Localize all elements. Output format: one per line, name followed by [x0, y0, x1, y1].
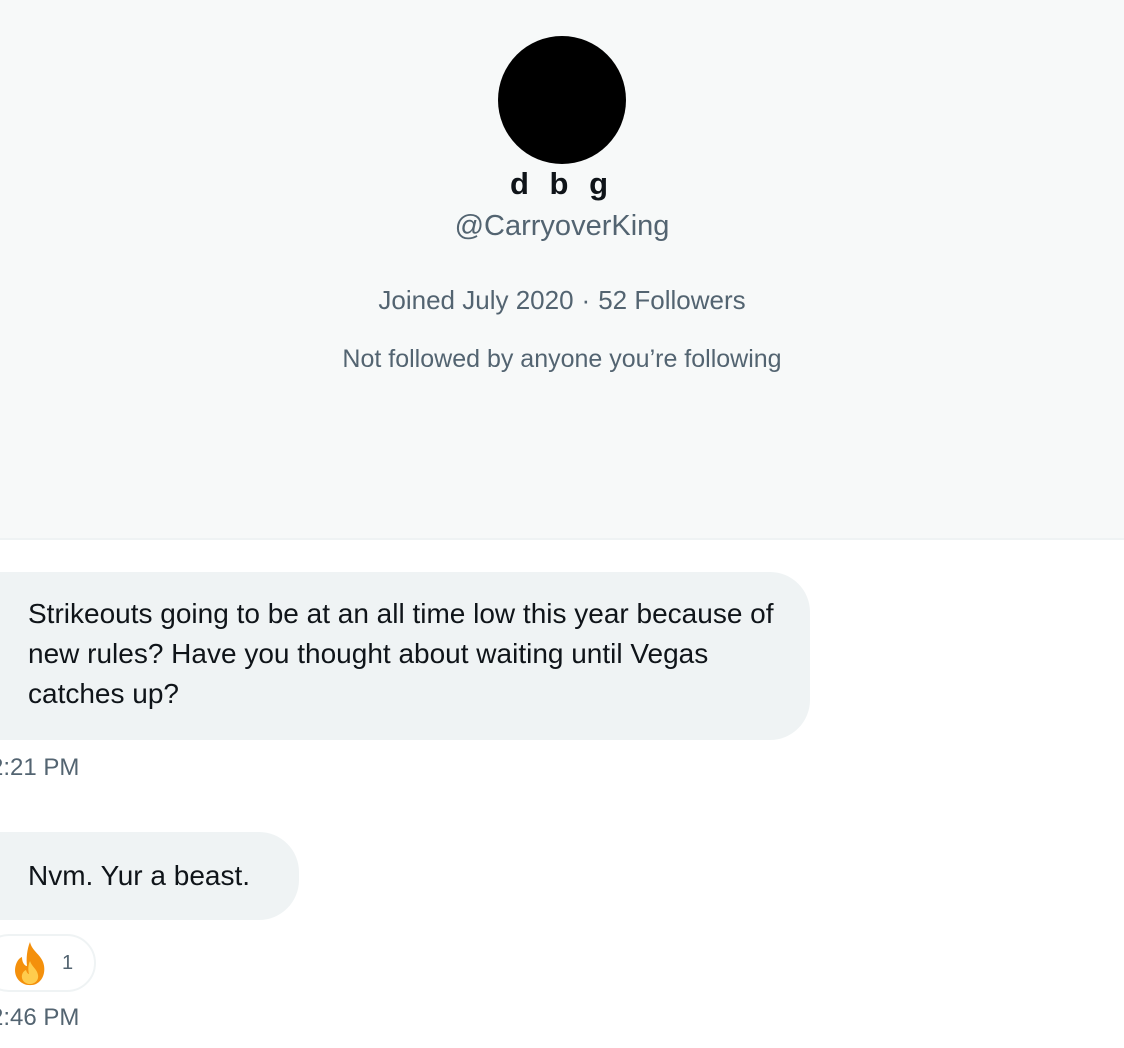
message-timestamp: 2:46 PM — [0, 1004, 80, 1031]
message-bubble[interactable]: Nvm. Yur a beast. — [0, 832, 299, 920]
message-bubble[interactable]: Strikeouts going to be at an all time lo… — [0, 572, 810, 740]
profile-header: d b g @CarryoverKing Joined July 2020 · 52… — [0, 0, 1124, 540]
profile-handle[interactable]: @CarryoverKing — [0, 208, 1124, 244]
joined-date: Joined July 2020 — [378, 285, 574, 315]
reaction-badge[interactable]: 1 — [0, 934, 96, 992]
profile-meta: Joined July 2020 · 52 Followers — [0, 283, 1124, 317]
message-text: Nvm. Yur a beast. — [28, 860, 251, 891]
message-text: Strikeouts going to be at an all time lo… — [28, 598, 774, 709]
dm-conversation: d b g @CarryoverKing Joined July 2020 · 52… — [0, 0, 1124, 1048]
display-name[interactable]: d b g — [0, 166, 1124, 202]
fire-emoji-icon — [15, 942, 45, 986]
followers-count[interactable]: 52 Followers — [598, 285, 745, 315]
meta-separator: · — [581, 285, 591, 315]
reaction-count: 1 — [62, 951, 74, 974]
avatar[interactable] — [498, 36, 626, 164]
mutual-followers-note: Not followed by anyone you’re following — [342, 345, 782, 373]
message-timestamp: 2:21 PM — [0, 754, 80, 781]
